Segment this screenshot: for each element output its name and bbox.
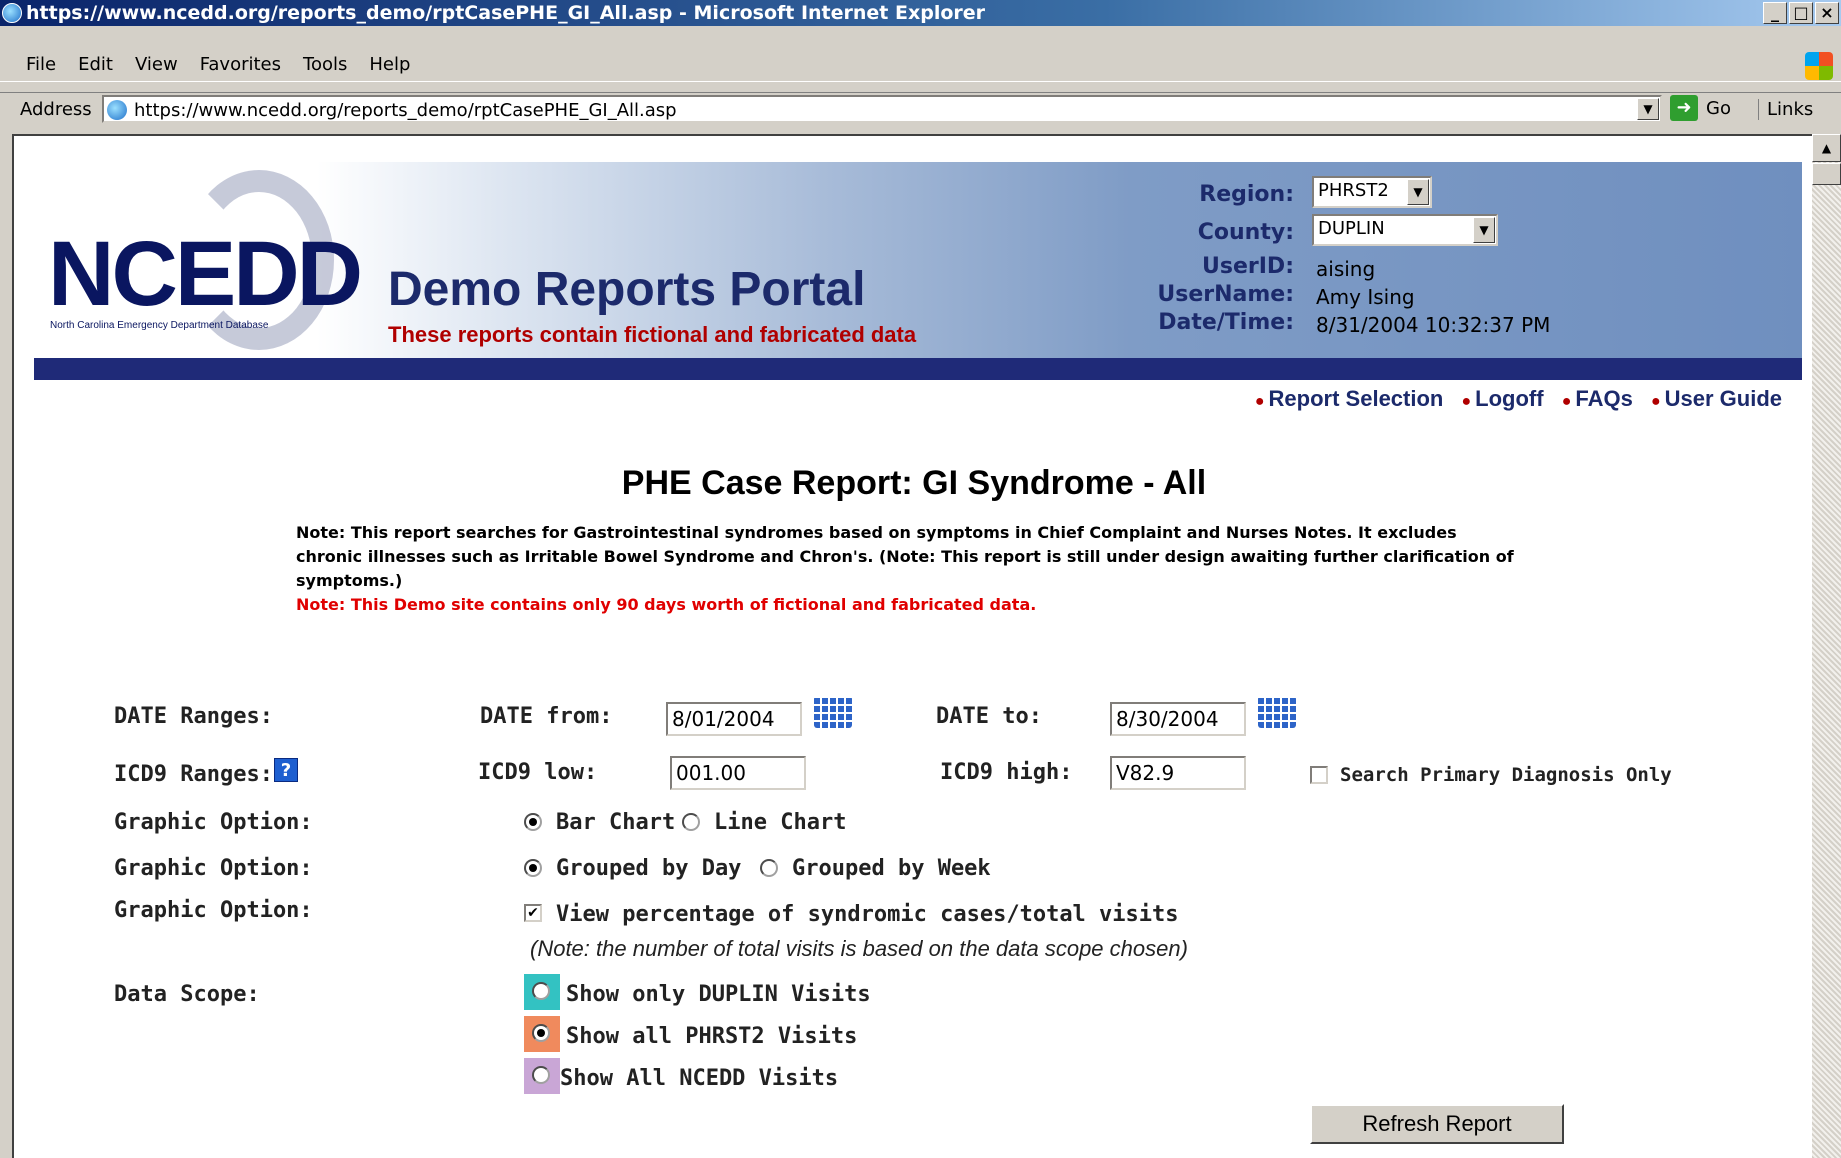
icd9-low-label: ICD9 low: bbox=[478, 760, 598, 785]
username-value: Amy Ising bbox=[1316, 285, 1415, 309]
nav-report-selection[interactable]: Report Selection bbox=[1269, 386, 1444, 411]
address-dropdown-icon[interactable]: ▼ bbox=[1637, 98, 1659, 120]
scroll-up-icon[interactable]: ▲ bbox=[1812, 134, 1841, 162]
vertical-scrollbar[interactable]: ▲ bbox=[1812, 134, 1841, 1158]
scope-all-radio[interactable] bbox=[532, 1066, 550, 1084]
icd9-high-label: ICD9 high: bbox=[940, 760, 1073, 785]
bullet-icon: ● bbox=[1254, 393, 1265, 410]
icd9-ranges-label: ICD9 Ranges: bbox=[114, 762, 273, 787]
view-pct-checkbox[interactable]: ✔ bbox=[524, 904, 542, 922]
bar-chart-radio[interactable] bbox=[524, 813, 542, 831]
region-dropdown-icon: ▼ bbox=[1407, 179, 1429, 205]
page-viewport: NCEDD North Carolina Emergency Departmen… bbox=[12, 134, 1812, 1158]
report-title: PHE Case Report: GI Syndrome - All bbox=[621, 464, 1207, 502]
window-title: https://www.ncedd.org/reports_demo/rptCa… bbox=[26, 2, 986, 24]
page-icon bbox=[107, 100, 127, 120]
help-icon[interactable]: ? bbox=[274, 758, 298, 782]
grouped-week-label: Grouped by Week bbox=[792, 856, 991, 881]
menu-edit[interactable]: Edit bbox=[78, 54, 113, 75]
address-input[interactable]: https://www.ncedd.org/reports_demo/rptCa… bbox=[102, 95, 1662, 123]
scroll-thumb[interactable] bbox=[1812, 163, 1841, 185]
nav-user-guide[interactable]: User Guide bbox=[1665, 386, 1782, 411]
view-pct-note: (Note: the number of total visits is bas… bbox=[530, 936, 1188, 961]
refresh-report-button[interactable]: Refresh Report bbox=[1310, 1104, 1564, 1144]
address-bar: Address https://www.ncedd.org/reports_de… bbox=[0, 92, 1841, 126]
address-label: Address bbox=[20, 99, 92, 120]
go-arrow-icon: ➜ bbox=[1670, 95, 1698, 121]
go-label: Go bbox=[1706, 97, 1731, 119]
date-from-input[interactable]: 8/01/2004 bbox=[666, 702, 802, 736]
calendar-icon[interactable] bbox=[814, 696, 852, 728]
go-button[interactable]: ➜ Go bbox=[1670, 95, 1731, 121]
region-value: PHRST2 bbox=[1318, 180, 1389, 201]
report-note: Note: This report searches for Gastroint… bbox=[296, 523, 1514, 590]
view-pct-label: View percentage of syndromic cases/total… bbox=[556, 902, 1179, 927]
graphic-option-label: Graphic Option: bbox=[114, 856, 313, 881]
datetime-value: 8/31/2004 10:32:37 PM bbox=[1316, 313, 1551, 337]
county-dropdown-icon: ▼ bbox=[1473, 217, 1495, 243]
county-value: DUPLIN bbox=[1318, 218, 1385, 239]
date-from-label: DATE from: bbox=[480, 704, 613, 729]
browser-window: https://www.ncedd.org/reports_demo/rptCa… bbox=[0, 0, 1841, 1158]
menu-bar: File Edit View Favorites Tools Help bbox=[0, 48, 1841, 82]
scope-county-label: Show only DUPLIN Visits bbox=[566, 982, 871, 1007]
scope-all-label: Show All NCEDD Visits bbox=[560, 1066, 839, 1091]
close-button[interactable]: × bbox=[1815, 2, 1839, 24]
address-url[interactable]: https://www.ncedd.org/reports_demo/rptCa… bbox=[134, 100, 677, 121]
primary-dx-label: Search Primary Diagnosis Only bbox=[1340, 764, 1672, 786]
portal-subtitle: These reports contain fictional and fabr… bbox=[388, 322, 917, 347]
header-divider bbox=[34, 358, 1802, 380]
county-select[interactable]: DUPLIN ▼ bbox=[1312, 214, 1498, 246]
menu-file[interactable]: File bbox=[26, 54, 56, 75]
demo-warning: Note: This Demo site contains only 90 da… bbox=[296, 595, 1037, 614]
scope-region-radio[interactable] bbox=[532, 1024, 550, 1042]
region-label: Region: bbox=[1199, 182, 1294, 207]
nav-logoff[interactable]: Logoff bbox=[1475, 386, 1543, 411]
logo-subtitle: North Carolina Emergency Department Data… bbox=[50, 320, 269, 331]
ie-icon bbox=[2, 3, 22, 23]
line-chart-radio[interactable] bbox=[682, 813, 700, 831]
icd9-high-input[interactable]: V82.9 bbox=[1110, 756, 1246, 790]
date-to-label: DATE to: bbox=[936, 704, 1042, 729]
menu-favorites[interactable]: Favorites bbox=[200, 54, 281, 75]
links-button[interactable]: Links bbox=[1758, 99, 1813, 120]
grouped-day-label: Grouped by Day bbox=[556, 856, 742, 881]
icd9-low-input[interactable]: 001.00 bbox=[670, 756, 806, 790]
datetime-label: Date/Time: bbox=[1158, 310, 1294, 335]
nav-faqs[interactable]: FAQs bbox=[1575, 386, 1632, 411]
scope-county-radio[interactable] bbox=[532, 982, 550, 1000]
ncedd-logo: NCEDD bbox=[48, 223, 363, 325]
portal-title: Demo Reports Portal bbox=[388, 263, 866, 316]
grouped-week-radio[interactable] bbox=[760, 859, 778, 877]
graphic-option-label: Graphic Option: bbox=[114, 810, 313, 835]
menu-tools[interactable]: Tools bbox=[303, 54, 347, 75]
userid-label: UserID: bbox=[1202, 254, 1294, 279]
calendar-icon[interactable] bbox=[1258, 696, 1296, 728]
county-label: County: bbox=[1197, 220, 1294, 245]
bullet-icon: ● bbox=[1461, 393, 1472, 410]
bar-chart-label: Bar Chart bbox=[556, 810, 676, 835]
data-scope-label: Data Scope: bbox=[114, 982, 260, 1007]
date-to-input[interactable]: 8/30/2004 bbox=[1110, 702, 1246, 736]
windows-logo-icon bbox=[1805, 52, 1833, 80]
nav-links: ● Report Selection ● Logoff ● FAQs ● User Gu… bbox=[1243, 386, 1782, 412]
bullet-icon: ● bbox=[1650, 393, 1661, 410]
date-ranges-label: DATE Ranges: bbox=[114, 704, 273, 729]
region-select[interactable]: PHRST2 ▼ bbox=[1312, 176, 1432, 208]
bullet-icon: ● bbox=[1561, 393, 1572, 410]
menu-help[interactable]: Help bbox=[369, 54, 410, 75]
graphic-option-label: Graphic Option: bbox=[114, 898, 313, 923]
username-label: UserName: bbox=[1157, 282, 1294, 307]
title-bar: https://www.ncedd.org/reports_demo/rptCa… bbox=[0, 0, 1841, 26]
scope-region-label: Show all PHRST2 Visits bbox=[566, 1024, 858, 1049]
primary-dx-checkbox[interactable] bbox=[1310, 766, 1328, 784]
grouped-day-radio[interactable] bbox=[524, 859, 542, 877]
maximize-button[interactable]: □ bbox=[1789, 2, 1813, 24]
userid-value: aising bbox=[1316, 257, 1376, 281]
line-chart-label: Line Chart bbox=[714, 810, 847, 835]
window-controls: _ □ × bbox=[1763, 2, 1839, 24]
header-banner: NCEDD North Carolina Emergency Departmen… bbox=[34, 162, 1802, 358]
menu-view[interactable]: View bbox=[135, 54, 178, 75]
minimize-button[interactable]: _ bbox=[1763, 2, 1787, 24]
